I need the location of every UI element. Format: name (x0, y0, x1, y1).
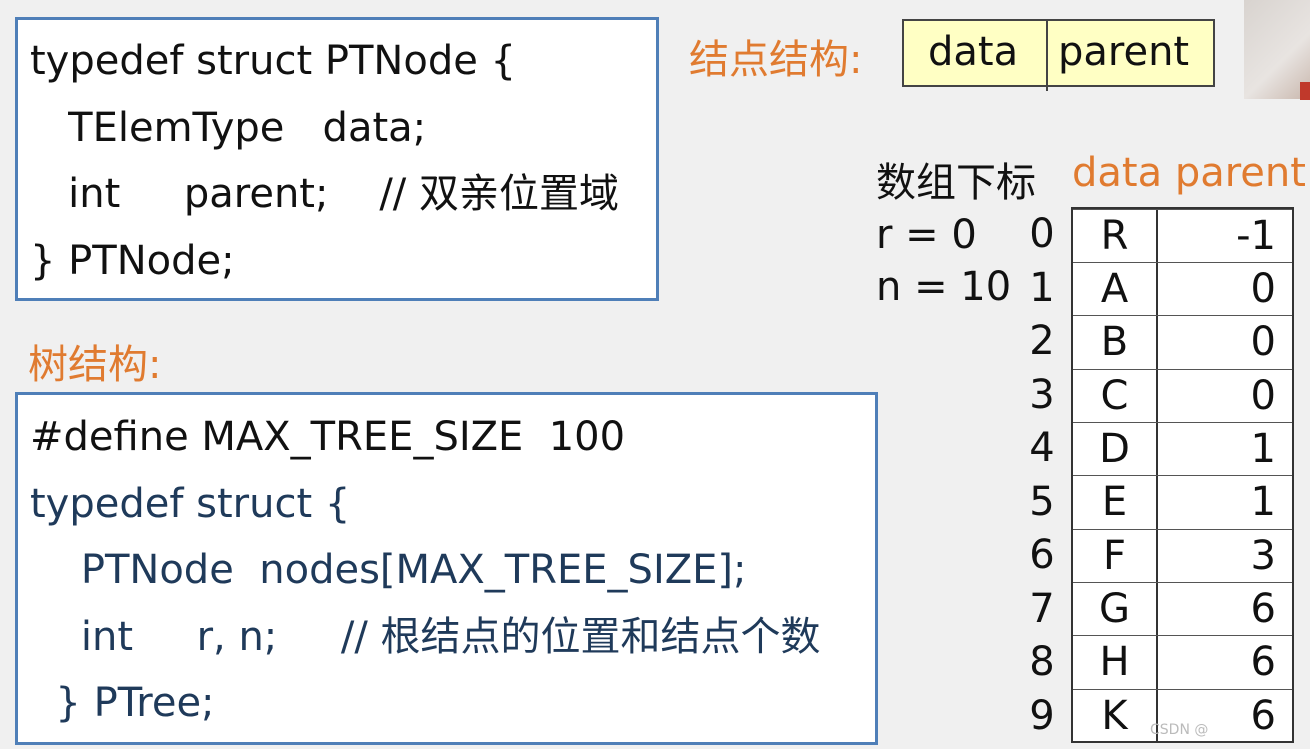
code-line: int parent; // 双亲位置域 (30, 171, 619, 217)
root-position-text: r = 0 (876, 212, 977, 258)
data-parent-header: data parent (1072, 150, 1306, 196)
table-row: C 0 (1073, 369, 1292, 422)
array-index: 0 (1029, 211, 1055, 257)
code-line: typedef struct PTNode { (30, 38, 516, 84)
code-line: typedef struct { (30, 481, 351, 527)
data-cell: H (1099, 639, 1130, 685)
data-cell: G (1099, 586, 1130, 632)
data-cell: C (1100, 373, 1129, 419)
parent-cell: 0 (1250, 319, 1276, 365)
struct-divider (1046, 21, 1048, 91)
parent-cell: -1 (1236, 213, 1276, 259)
data-cell: E (1101, 479, 1128, 525)
array-index: 5 (1029, 479, 1055, 525)
tree-structure-label: 树结构: (28, 342, 162, 388)
parent-cell: 3 (1250, 533, 1276, 579)
presenter-photo-accent (1300, 82, 1310, 100)
code-line: TElemType data; (30, 105, 427, 151)
data-cell: R (1100, 213, 1129, 259)
array-index-header: 数组下标 (876, 160, 1036, 206)
parent-cell: 6 (1250, 586, 1276, 632)
array-index: 1 (1029, 265, 1055, 311)
array-index: 8 (1029, 639, 1055, 685)
array-index: 2 (1029, 318, 1055, 364)
table-row: F 3 (1073, 529, 1292, 582)
ptree-definition-box: #define MAX_TREE_SIZE 100 typedef struct… (15, 392, 878, 745)
code-line: } PTree; (30, 680, 215, 726)
node-structure-diagram: data parent (902, 19, 1215, 91)
data-cell: B (1100, 319, 1129, 365)
array-index: 9 (1029, 693, 1055, 739)
table-row: R -1 (1073, 209, 1292, 262)
code-line: int r, n; // 根结点的位置和结点个数 (30, 614, 821, 660)
node-structure-label: 结点结构: (689, 37, 863, 83)
parent-cell: 1 (1250, 426, 1276, 472)
code-line: } PTNode; (30, 238, 235, 284)
table-row: E 1 (1073, 475, 1292, 528)
parent-array-table: R -1 A 0 B 0 C 0 D 1 E 1 F 3 G 6 H 6 K 6 (1071, 207, 1294, 743)
table-row: H 6 (1073, 635, 1292, 688)
array-index: 3 (1029, 372, 1055, 418)
table-row: G 6 (1073, 582, 1292, 635)
data-cell: A (1100, 266, 1129, 312)
code-line: #define MAX_TREE_SIZE 100 (30, 414, 626, 460)
array-index: 7 (1029, 586, 1055, 632)
table-row: A 0 (1073, 262, 1292, 315)
array-index: 6 (1029, 532, 1055, 578)
array-index: 4 (1029, 425, 1055, 471)
data-cell: F (1102, 533, 1126, 579)
parent-cell: 0 (1250, 266, 1276, 312)
node-count-text: n = 10 (876, 264, 1012, 310)
data-cell: K (1101, 693, 1128, 739)
ptnode-definition-box: typedef struct PTNode { TElemType data; … (15, 17, 659, 301)
code-line: PTNode nodes[MAX_TREE_SIZE]; (30, 547, 747, 593)
table-row: D 1 (1073, 422, 1292, 475)
parent-cell: 6 (1250, 639, 1276, 685)
parent-cell: 1 (1250, 479, 1276, 525)
csdn-watermark: CSDN @ (1150, 722, 1209, 738)
struct-field-data: data (928, 29, 1019, 75)
struct-field-parent: parent (1058, 29, 1190, 75)
data-cell: D (1099, 426, 1130, 472)
table-row: B 0 (1073, 315, 1292, 368)
parent-cell: 0 (1250, 373, 1276, 419)
